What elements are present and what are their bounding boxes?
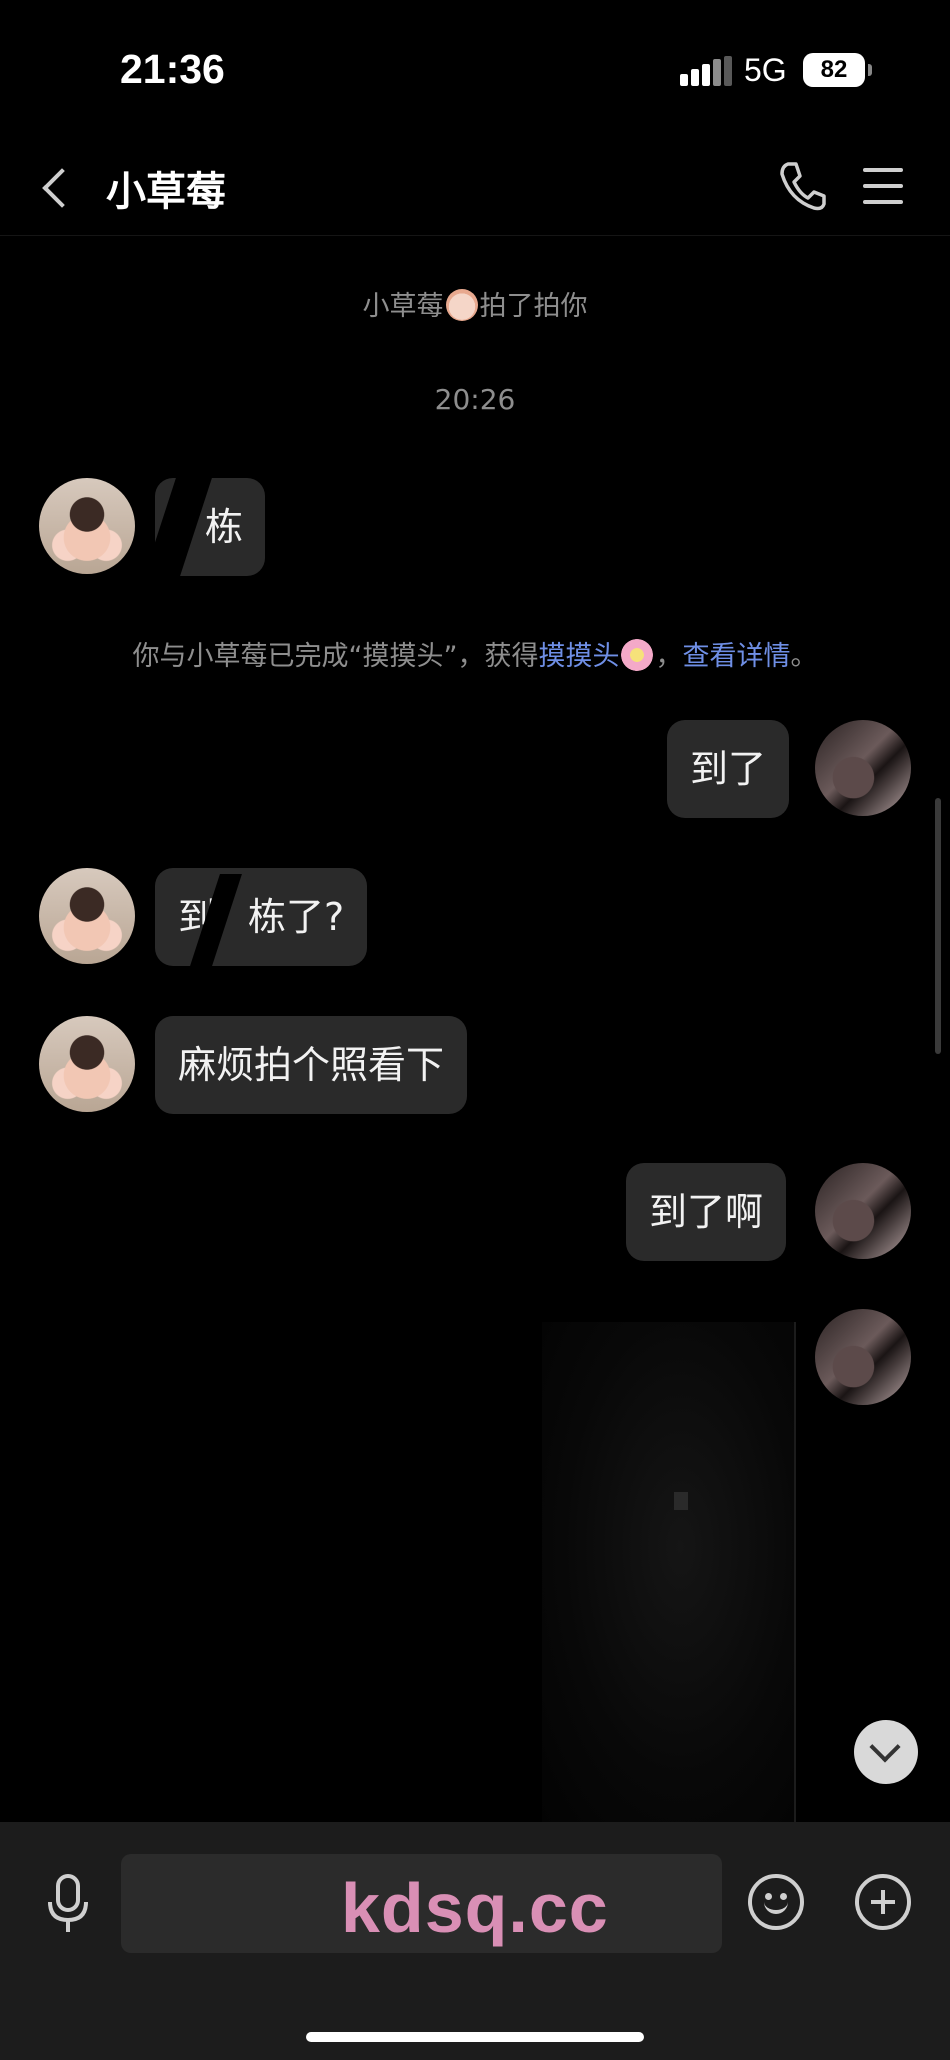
hamburger-menu-icon[interactable] — [858, 162, 908, 210]
network-type: 5G — [744, 52, 787, 88]
message-bubble-incoming[interactable]: 到栋了? — [155, 868, 368, 966]
pat-notice-name: 小草莓 — [362, 291, 444, 322]
friend-avatar[interactable] — [39, 868, 135, 964]
input-bar: kdsq.cc — [0, 1822, 950, 2060]
chat-header: 小草莓 — [0, 140, 950, 236]
status-bar: 21:36 5G 82 — [0, 0, 950, 140]
scrollbar[interactable] — [935, 798, 941, 1054]
friend-avatar[interactable] — [39, 478, 135, 574]
chat-title[interactable]: 小草莓 — [106, 159, 226, 217]
my-avatar[interactable] — [815, 1309, 911, 1405]
message-bubble-incoming[interactable]: 麻烦拍个照看下 — [155, 1016, 468, 1114]
message-text-part: 栋了? — [248, 895, 345, 939]
badge-link[interactable]: 摸摸头 — [538, 641, 619, 672]
my-avatar[interactable] — [815, 720, 911, 816]
phone-icon[interactable] — [776, 158, 828, 214]
flower-icon — [621, 639, 654, 671]
message-text: 到了啊 — [649, 1190, 764, 1234]
smiley-icon[interactable] — [748, 1874, 804, 1930]
message-input[interactable]: kdsq.cc — [121, 1854, 722, 1953]
home-indicator[interactable] — [306, 2032, 644, 2042]
watermark-text: kdsq.cc — [341, 1869, 609, 1947]
friend-avatar[interactable] — [39, 1016, 135, 1112]
achievement-notice: 你与小草莓已完成“摸摸头”，获得摸摸头 ，查看详情。 — [0, 634, 950, 673]
pat-notice-action: 拍了拍你 — [479, 291, 588, 322]
battery-icon: 82 — [803, 53, 872, 87]
message-timestamp: 20:26 — [434, 383, 516, 416]
pat-notice: 小草莓 拍了拍你 — [0, 284, 950, 323]
message-text: 到了 — [690, 747, 767, 791]
signal-icon — [680, 56, 732, 86]
status-time: 21:36 — [120, 46, 225, 92]
message-text: 栋 — [205, 505, 244, 549]
achievement-suffix: 。 — [790, 641, 818, 672]
message-bubble-outgoing[interactable]: 到了啊 — [626, 1163, 787, 1261]
message-text: 麻烦拍个照看下 — [178, 1043, 445, 1087]
microphone-icon[interactable] — [42, 1872, 94, 1936]
view-details-link[interactable]: 查看详情 — [682, 641, 790, 672]
achievement-separator: ， — [655, 641, 683, 672]
wave-hand-icon — [445, 289, 478, 321]
back-button[interactable] — [32, 160, 82, 216]
photo-message[interactable] — [542, 1322, 796, 1822]
message-bubble-outgoing[interactable]: 到了 — [667, 720, 790, 818]
scroll-to-bottom-button[interactable] — [854, 1720, 918, 1784]
my-avatar[interactable] — [815, 1163, 911, 1259]
plus-circle-icon[interactable] — [855, 1874, 911, 1930]
achievement-text: 你与小草莓已完成“摸摸头”，获得 — [132, 641, 539, 672]
